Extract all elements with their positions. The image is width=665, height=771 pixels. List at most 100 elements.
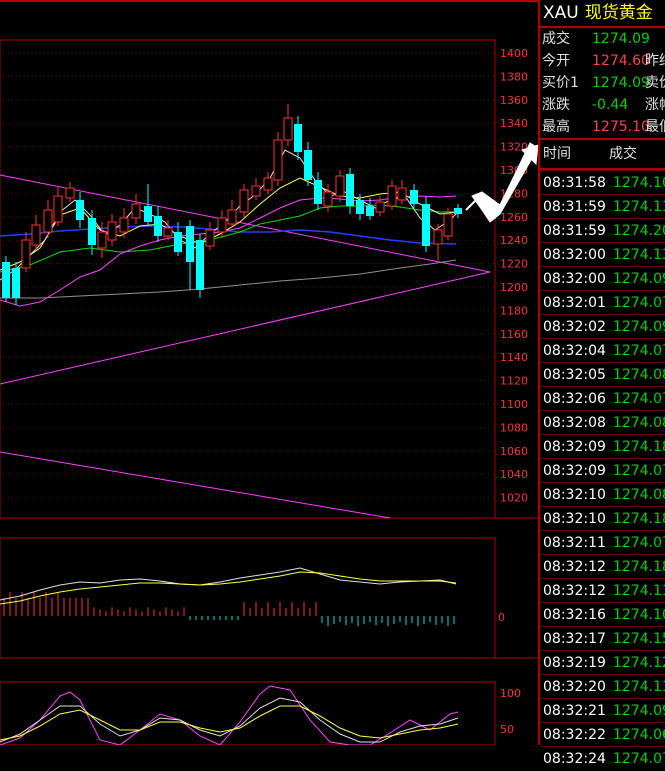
candle[interactable]	[294, 116, 302, 160]
price-axis-label: 1260	[500, 211, 528, 224]
candle[interactable]	[227, 200, 237, 226]
tick-row[interactable]: 08:32:19 1274.12	[540, 650, 665, 674]
tick-row[interactable]: 08:32:16 1274.10	[540, 602, 665, 626]
candle[interactable]	[375, 196, 385, 216]
candle[interactable]	[131, 194, 141, 224]
trend-line-bottom[interactable]	[0, 451, 391, 519]
candle[interactable]	[422, 196, 430, 252]
price-axis-label: 1380	[500, 70, 528, 83]
tick-price: 1274.18	[613, 511, 665, 527]
candle[interactable]	[43, 200, 53, 238]
candle[interactable]	[154, 206, 162, 242]
candle[interactable]	[65, 182, 75, 202]
candle[interactable]	[12, 262, 20, 305]
tick-row[interactable]: 08:32:12 1274.18	[540, 554, 665, 578]
kdj-axis-100: 100	[500, 687, 521, 700]
tick-row[interactable]: 08:32:12 1274.11	[540, 578, 665, 602]
candlesticks[interactable]	[2, 104, 462, 305]
candle[interactable]	[53, 186, 63, 226]
tick-price: 1274.11	[613, 679, 665, 695]
candle[interactable]	[205, 222, 215, 250]
tick-price: 1274.11	[613, 199, 665, 215]
trend-lines[interactable]	[0, 174, 491, 519]
tick-row[interactable]: 08:32:00 1274.13	[540, 242, 665, 266]
tick-time: 08:32:19	[543, 655, 606, 671]
tick-row[interactable]: 08:32:17 1274.15	[540, 626, 665, 650]
candle[interactable]	[31, 215, 41, 250]
tick-time: 08:32:09	[543, 463, 606, 479]
price-axis-label: 1140	[500, 351, 528, 364]
tick-time: 08:32:00	[543, 247, 606, 263]
tick-price: 1274.15	[613, 631, 665, 647]
ticks-header-time: 时间	[543, 146, 571, 162]
tick-row[interactable]: 08:32:02 1274.09	[540, 314, 665, 338]
tick-time: 08:32:21	[543, 703, 606, 719]
tick-row[interactable]: 08:32:00 1274.09	[540, 266, 665, 290]
candle[interactable]	[186, 220, 194, 290]
candle[interactable]	[283, 104, 293, 146]
quote-label-secondary: 最低	[645, 119, 665, 135]
kdj-axis: 100 50	[500, 687, 521, 736]
tick-row[interactable]: 08:32:22 1274.06	[540, 722, 665, 746]
tick-row[interactable]: 08:31:59 1274.20	[540, 218, 665, 242]
tick-row[interactable]: 08:32:24 1274.07	[540, 746, 665, 770]
tick-row[interactable]: 08:32:04 1274.07	[540, 338, 665, 362]
candle[interactable]	[304, 142, 312, 186]
candle[interactable]	[387, 180, 397, 210]
candle[interactable]	[346, 168, 354, 214]
tick-row[interactable]: 08:32:10 1274.08	[540, 482, 665, 506]
tick-price: 1274.09	[613, 319, 665, 335]
tick-row[interactable]: 08:31:58 1274.10	[540, 170, 665, 194]
price-axis-label: 1240	[500, 234, 528, 247]
candle[interactable]	[107, 214, 117, 246]
tick-time: 08:32:05	[543, 367, 606, 383]
tick-price: 1274.09	[613, 703, 665, 719]
tick-price: 1274.12	[613, 655, 665, 671]
candle[interactable]	[76, 192, 84, 228]
tick-time: 08:31:59	[543, 223, 606, 239]
candle[interactable]	[263, 172, 273, 194]
price-axis-label: 1040	[500, 468, 528, 481]
tick-price: 1274.10	[613, 175, 665, 191]
candle[interactable]	[196, 234, 204, 298]
trend-line-lower[interactable]	[0, 271, 491, 385]
tick-row[interactable]: 08:32:05 1274.08	[540, 362, 665, 386]
tick-row[interactable]: 08:32:01 1274.07	[540, 290, 665, 314]
tick-time: 08:32:10	[543, 511, 606, 527]
candle[interactable]	[454, 204, 462, 218]
macd-line-yellow	[0, 571, 457, 605]
tick-row[interactable]: 08:32:10 1274.18	[540, 506, 665, 530]
quote-label: 成交	[542, 31, 570, 47]
candle[interactable]	[239, 184, 249, 218]
candle[interactable]	[335, 170, 345, 202]
tick-list[interactable]: 08:31:58 1274.10 08:31:59 1274.11 08:31:59 12…	[540, 170, 665, 770]
tick-row[interactable]: 08:32:09 1274.07	[540, 458, 665, 482]
tick-price: 1274.18	[613, 439, 665, 455]
quote-row: 今开 1274.60昨结	[540, 50, 665, 72]
candle[interactable]	[2, 256, 10, 302]
quote-label-secondary: 昨结	[645, 53, 665, 69]
tick-row[interactable]: 08:31:59 1274.11	[540, 194, 665, 218]
quote-value: 1275.10	[592, 119, 650, 135]
candle[interactable]	[273, 132, 283, 186]
tick-time: 08:31:59	[543, 199, 606, 215]
candle[interactable]	[119, 208, 129, 238]
candlestick-chart[interactable]: 1400138013601340132013001280126012401220…	[0, 0, 538, 745]
tick-row[interactable]: 08:32:08 1274.08	[540, 410, 665, 434]
tick-time: 08:32:24	[543, 751, 606, 767]
tick-time: 08:32:17	[543, 631, 606, 647]
candle[interactable]	[21, 232, 31, 272]
candle[interactable]	[217, 210, 227, 238]
candle[interactable]	[397, 180, 407, 204]
tick-row[interactable]: 08:32:06 1274.07	[540, 386, 665, 410]
tick-time: 08:32:11	[543, 535, 606, 551]
tick-row[interactable]: 08:32:11 1274.07	[540, 530, 665, 554]
tick-row[interactable]: 08:32:21 1274.09	[540, 698, 665, 722]
tick-time: 08:32:16	[543, 607, 606, 623]
price-axis-label: 1020	[500, 492, 528, 505]
tick-row[interactable]: 08:32:20 1274.11	[540, 674, 665, 698]
tick-price: 1274.08	[613, 487, 665, 503]
macd-axis: 0	[498, 611, 505, 624]
tick-row[interactable]: 08:32:09 1274.18	[540, 434, 665, 458]
candle[interactable]	[314, 172, 322, 210]
